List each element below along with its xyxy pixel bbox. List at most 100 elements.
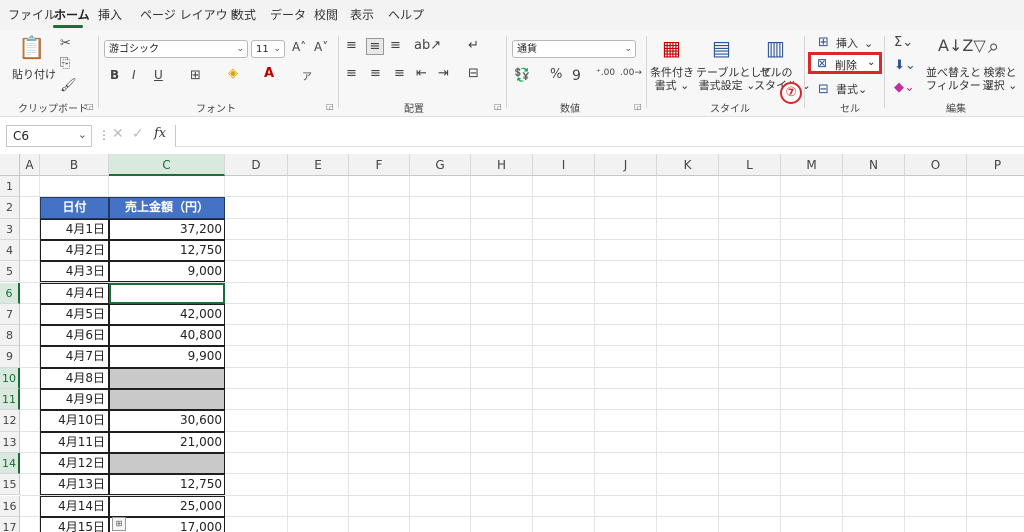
- autosum-icon[interactable]: Σ⌄: [894, 35, 913, 50]
- row-header-5[interactable]: 5: [0, 261, 20, 283]
- column-header-h[interactable]: H: [471, 154, 533, 176]
- format-cells-icon[interactable]: ⊟: [818, 82, 829, 97]
- decrease-font-icon[interactable]: A˅: [314, 40, 328, 54]
- comma-style-icon[interactable]: 9: [572, 68, 581, 84]
- date-cell[interactable]: 4月6日: [40, 325, 109, 347]
- menu-view[interactable]: 表示: [350, 6, 374, 23]
- amount-cell[interactable]: 17,000: [109, 516, 225, 532]
- fill-icon[interactable]: ⬇⌄: [894, 58, 916, 73]
- search-icon[interactable]: ⌕: [988, 34, 999, 58]
- date-cell[interactable]: 4月9日: [40, 389, 109, 411]
- spreadsheet-grid[interactable]: A B C D E F G H I J K L M N O P 1 2 3 4 5 6 7 8 9 10 11 12 13 14 15 16 1…: [0, 154, 1024, 532]
- amount-cell[interactable]: 12,750: [109, 474, 225, 496]
- table-header-date[interactable]: 日付: [40, 197, 109, 219]
- date-cell[interactable]: 4月4日: [40, 282, 109, 304]
- date-cell[interactable]: 4月13日: [40, 474, 109, 496]
- menu-data[interactable]: データ: [270, 6, 306, 23]
- column-header-b[interactable]: B: [40, 154, 109, 176]
- row-header-15[interactable]: 15: [0, 474, 20, 496]
- align-middle-icon[interactable]: ≡: [366, 38, 384, 55]
- decrease-decimal-icon[interactable]: .00→: [620, 68, 642, 78]
- column-header-e[interactable]: E: [288, 154, 349, 176]
- italic-icon[interactable]: I: [132, 68, 136, 82]
- row-header-9[interactable]: 9: [0, 346, 20, 368]
- column-header-m[interactable]: M: [781, 154, 843, 176]
- row-header-12[interactable]: 12: [0, 410, 20, 432]
- column-header-l[interactable]: L: [719, 154, 781, 176]
- row-header-13[interactable]: 13: [0, 431, 20, 453]
- font-name-dropdown[interactable]: 游ゴシック ⌄: [104, 40, 248, 58]
- enter-icon[interactable]: ✓: [132, 126, 144, 142]
- number-launcher-icon[interactable]: ◲: [634, 102, 642, 111]
- align-center-icon[interactable]: ≡: [370, 66, 381, 81]
- row-header-4[interactable]: 4: [0, 239, 20, 262]
- paste-options-icon[interactable]: ⊞: [112, 517, 126, 531]
- row-header-16[interactable]: 16: [0, 495, 20, 517]
- menu-file[interactable]: ファイル: [8, 6, 56, 23]
- date-cell[interactable]: 4月10日: [40, 410, 109, 432]
- phonetic-icon[interactable]: ア: [302, 68, 312, 83]
- underline-icon[interactable]: U: [154, 68, 163, 82]
- row-header-2[interactable]: 2: [0, 197, 20, 219]
- row-header-3[interactable]: 3: [0, 218, 20, 240]
- conditional-formatting-icon[interactable]: ▦: [662, 36, 681, 60]
- amount-cell[interactable]: 9,000: [109, 261, 225, 283]
- format-cells-button[interactable]: 書式: [836, 83, 858, 96]
- date-cell[interactable]: 4月15日: [40, 516, 109, 532]
- increase-indent-icon[interactable]: ⇥: [438, 66, 449, 81]
- row-header-8[interactable]: 8: [0, 325, 20, 347]
- column-header-f[interactable]: F: [349, 154, 410, 176]
- increase-decimal-icon[interactable]: ⁺.00: [596, 68, 615, 78]
- merge-center-icon[interactable]: ⊟: [468, 66, 479, 81]
- date-cell[interactable]: 4月12日: [40, 452, 109, 475]
- insert-cells-button[interactable]: 挿入: [836, 37, 858, 50]
- decrease-indent-icon[interactable]: ⇤: [416, 66, 427, 81]
- amount-cell[interactable]: 40,800: [109, 325, 225, 347]
- alignment-launcher-icon[interactable]: ◲: [494, 102, 502, 111]
- column-header-d[interactable]: D: [225, 154, 288, 176]
- amount-cell[interactable]: 9,900: [109, 346, 225, 368]
- paste-icon[interactable]: 📋: [18, 36, 45, 61]
- format-painter-icon[interactable]: 🖌: [60, 78, 77, 93]
- align-left-icon[interactable]: ≡: [346, 66, 357, 81]
- amount-cell[interactable]: 30,600: [109, 410, 225, 432]
- column-header-n[interactable]: N: [843, 154, 905, 176]
- align-bottom-icon[interactable]: ≡: [390, 38, 401, 53]
- conditional-formatting-button[interactable]: 条件付き 書式 ⌄: [650, 66, 694, 92]
- menu-home[interactable]: ホーム: [54, 6, 90, 23]
- format-as-table-icon[interactable]: ▤: [712, 36, 731, 60]
- more-options-icon[interactable]: ⋮: [98, 128, 110, 142]
- row-header-6[interactable]: 6: [0, 282, 20, 304]
- font-launcher-icon[interactable]: ◲: [326, 102, 334, 111]
- find-select-button[interactable]: 検索と 選択 ⌄: [980, 66, 1020, 92]
- align-top-icon[interactable]: ≡: [346, 38, 357, 53]
- menu-review[interactable]: 校閲: [314, 6, 338, 23]
- sort-filter-icon[interactable]: A↓Z▽: [938, 36, 986, 55]
- row-header-11[interactable]: 11: [0, 389, 20, 411]
- row-header-17[interactable]: 17: [0, 516, 20, 532]
- borders-icon[interactable]: ⊞: [190, 68, 201, 83]
- date-cell[interactable]: 4月14日: [40, 495, 109, 517]
- wrap-text-icon[interactable]: ↵: [468, 38, 479, 53]
- sort-filter-button[interactable]: 並べ替えと フィルター ⌄: [926, 66, 994, 92]
- date-cell[interactable]: 4月3日: [40, 261, 109, 283]
- date-cell[interactable]: 4月5日: [40, 303, 109, 326]
- amount-cell[interactable]: [109, 452, 225, 475]
- paste-button-label[interactable]: 貼り付け: [12, 68, 56, 81]
- menu-formulas[interactable]: 数式: [232, 6, 256, 23]
- row-header-7[interactable]: 7: [0, 303, 20, 326]
- orientation-icon[interactable]: ab↗: [414, 38, 441, 53]
- select-all-corner[interactable]: [0, 154, 20, 176]
- date-cell[interactable]: 4月11日: [40, 431, 109, 453]
- date-cell[interactable]: 4月2日: [40, 239, 109, 262]
- column-header-j[interactable]: J: [595, 154, 657, 176]
- active-cell[interactable]: [109, 282, 225, 304]
- delete-cells-button[interactable]: ⊠ 削除 ⌄: [808, 52, 882, 74]
- fill-color-icon[interactable]: ◈: [228, 66, 238, 81]
- cancel-icon[interactable]: ✕: [112, 126, 124, 142]
- column-header-p[interactable]: P: [967, 154, 1024, 176]
- increase-font-icon[interactable]: A˄: [292, 40, 306, 54]
- row-header-1[interactable]: 1: [0, 176, 20, 198]
- amount-cell[interactable]: [109, 389, 225, 411]
- amount-cell[interactable]: 21,000: [109, 431, 225, 453]
